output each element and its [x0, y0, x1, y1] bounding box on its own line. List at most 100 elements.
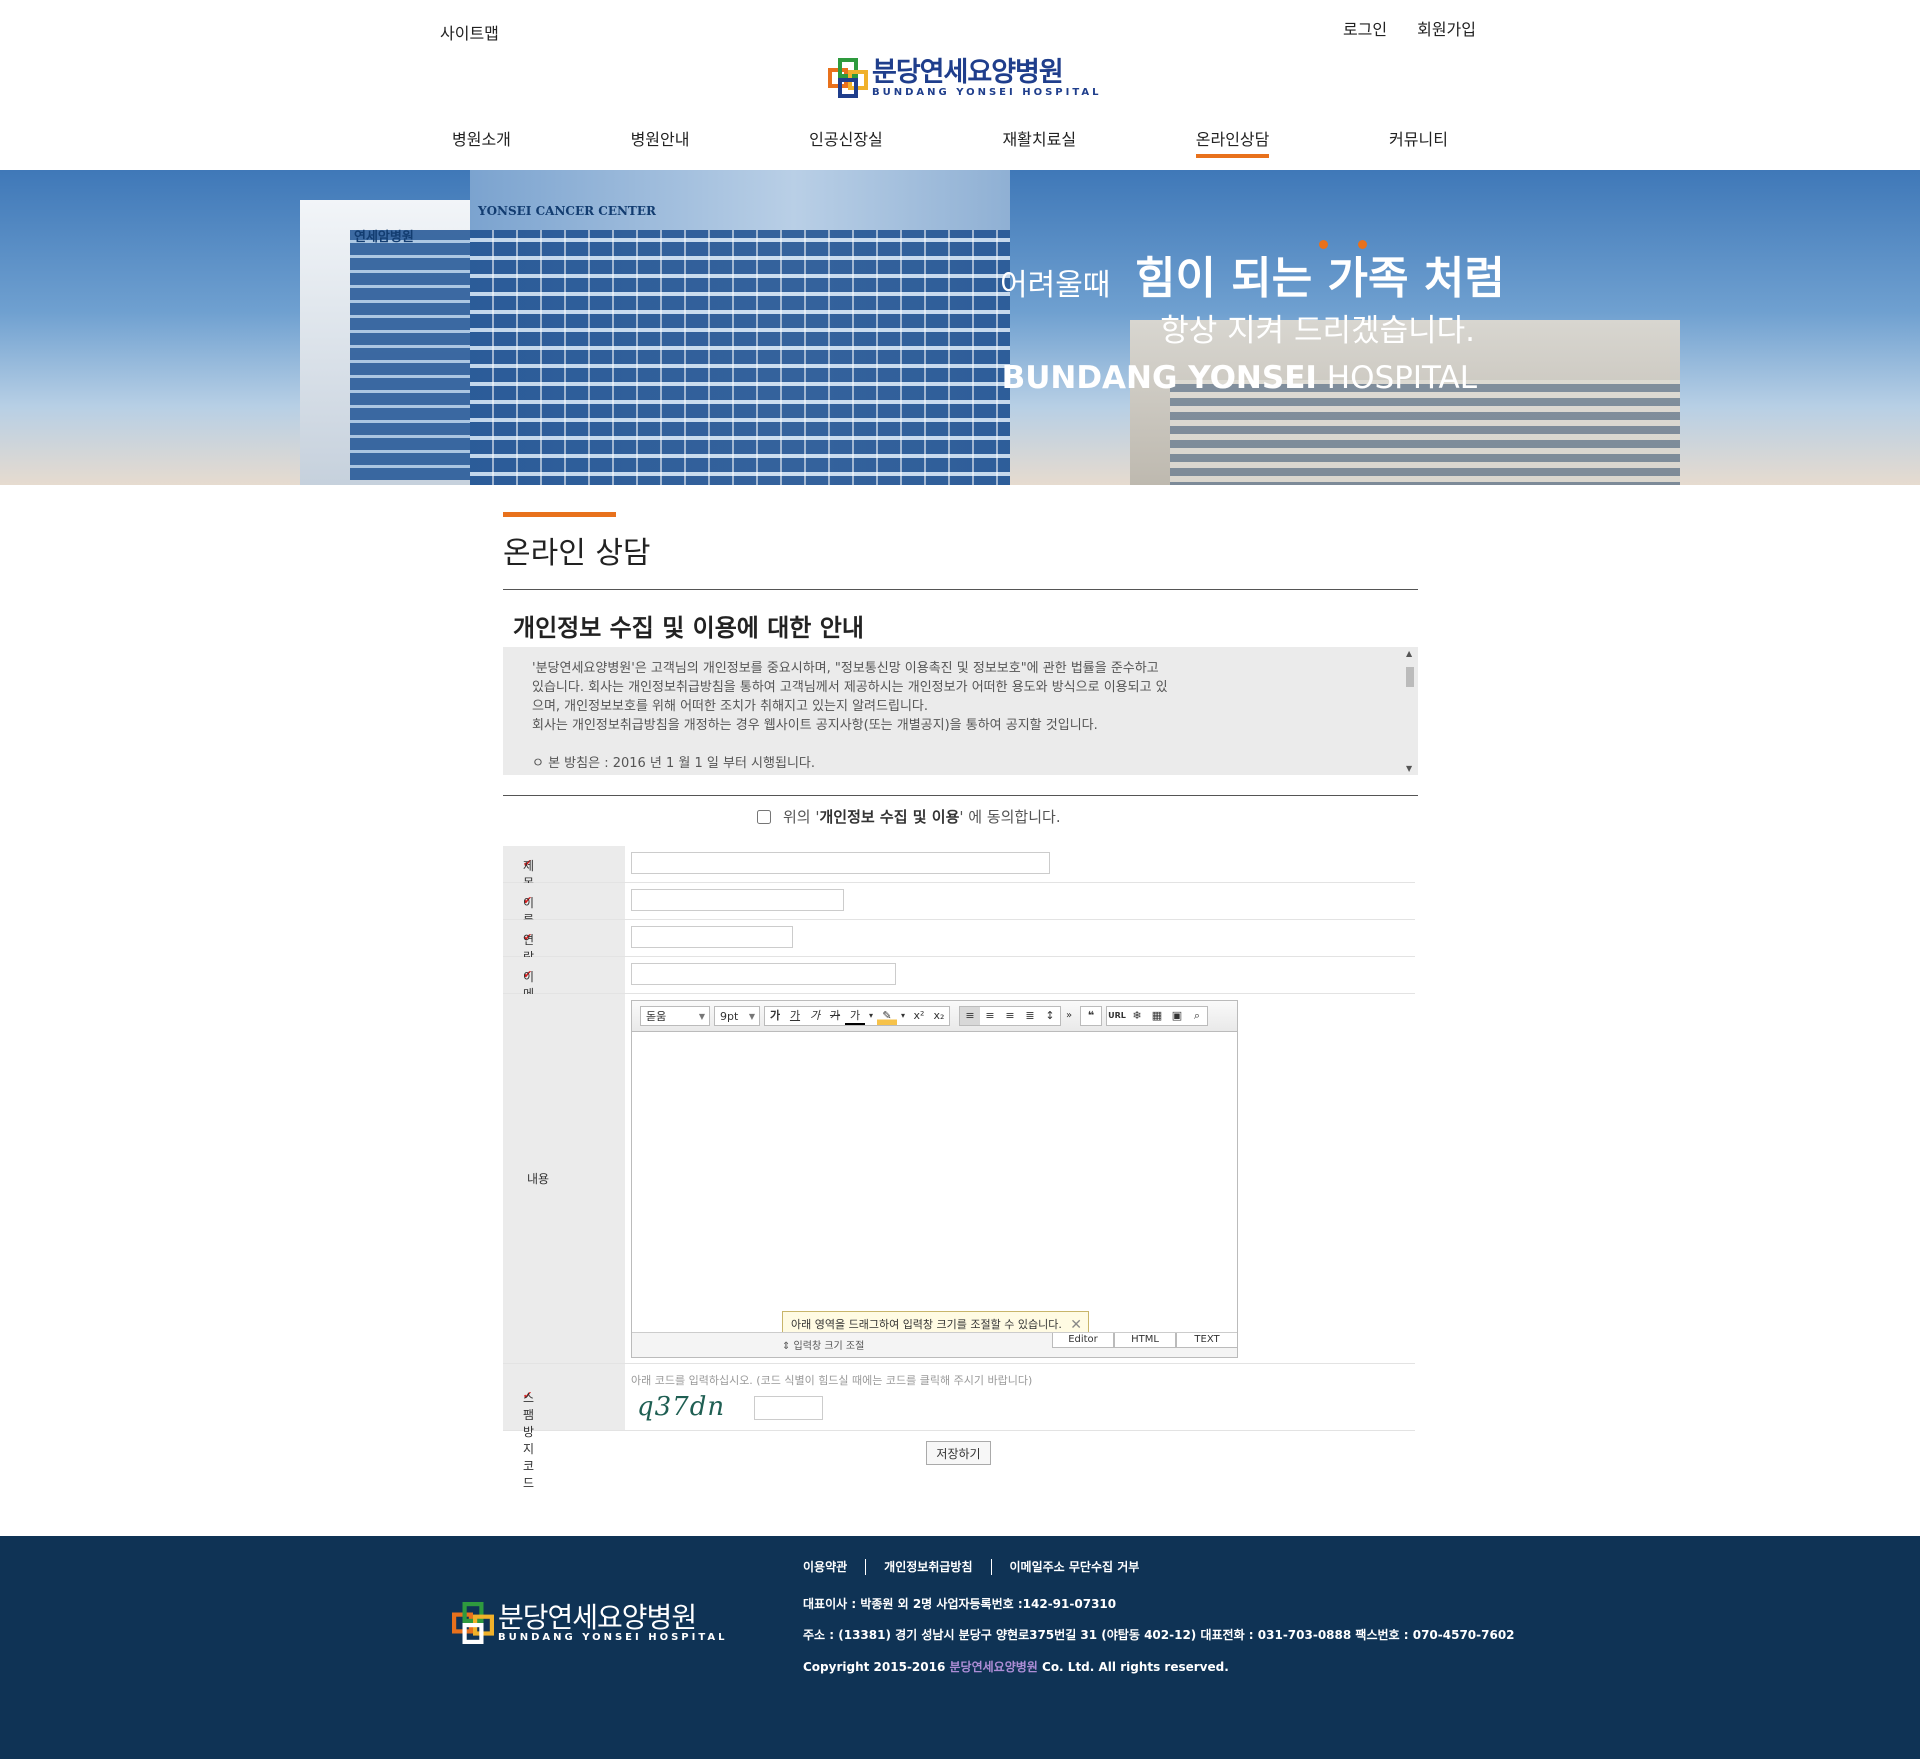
form-row-email: ✔이메일: [503, 957, 1415, 1018]
phone-input[interactable]: [631, 926, 793, 948]
signup-link[interactable]: 회원가입: [1417, 16, 1476, 40]
footer-logo-english: BUNDANG YONSEI HOSPITAL: [498, 1632, 728, 1643]
email-input[interactable]: [631, 963, 896, 985]
insert-group: URL ❄ ▦ ▣ ⌕: [1106, 1006, 1208, 1026]
nav-item-rehab[interactable]: 재활치료실: [990, 128, 1088, 158]
save-button[interactable]: 저장하기: [926, 1441, 991, 1465]
tab-editor[interactable]: Editor: [1052, 1333, 1114, 1348]
dropdown-arrow-icon[interactable]: ▾: [865, 1007, 877, 1025]
privacy-link[interactable]: 개인정보취급방침: [884, 1558, 972, 1575]
quote-icon[interactable]: ❝: [1081, 1007, 1101, 1025]
accent-dot: [1319, 240, 1328, 249]
footer: 분당연세요양병원 BUNDANG YONSEI HOSPITAL 이용약관 개인…: [0, 1536, 1920, 1759]
privacy-heading: 개인정보 수집 및 이용에 대한 안내: [513, 614, 864, 642]
scrollbar[interactable]: ▲ ▼: [1402, 647, 1418, 775]
font-family-select[interactable]: 돋움 ▼: [640, 1006, 710, 1026]
spam-label: 스팸방지코드: [523, 1391, 535, 1490]
special-char-icon[interactable]: ❄: [1127, 1007, 1147, 1025]
captcha-image[interactable]: q37dn: [637, 1392, 725, 1422]
building-sign-ko: 연세암병원: [354, 230, 414, 245]
align-right-icon[interactable]: ≡: [1000, 1007, 1020, 1025]
nav-item-community[interactable]: 커뮤니티: [1377, 128, 1460, 158]
search-icon[interactable]: ⌕: [1187, 1007, 1207, 1025]
superscript-icon[interactable]: x²: [909, 1007, 929, 1025]
quote-group: ❝: [1080, 1006, 1102, 1026]
hospital-logo[interactable]: 분당연세요양병원 BUNDANG YONSEI HOSPITAL: [828, 58, 1101, 98]
email-refusal-link[interactable]: 이메일주소 무단수집 거부: [1010, 1558, 1140, 1575]
cross-logo-icon: [452, 1602, 494, 1644]
logo-korean: 분당연세요양병원: [872, 57, 1064, 88]
align-left-icon[interactable]: ≡: [960, 1007, 980, 1025]
nav-item-dialysis[interactable]: 인공신장실: [797, 128, 895, 158]
copyright-prefix: Copyright 2015-2016: [803, 1660, 950, 1674]
top-links: 로그인 회원가입: [1343, 16, 1476, 40]
captcha-instruction: 아래 코드를 입력하십시오. (코드 식별이 힘드실 때에는 코드를 클릭해 주…: [631, 1374, 1033, 1387]
agree-checkbox[interactable]: [757, 809, 771, 824]
nav-item-guide[interactable]: 병원안내: [619, 128, 702, 158]
terms-link[interactable]: 이용약관: [803, 1558, 847, 1575]
line-height-icon[interactable]: ↕: [1040, 1007, 1060, 1025]
form-row-title: ✔제목: [503, 846, 1415, 890]
footer-ceo: 대표이사 : 박종원 외 2명 사업자등록번호 :142-91-07310: [803, 1597, 1117, 1611]
more-icon[interactable]: »: [1062, 1007, 1076, 1025]
subscript-icon[interactable]: x₂: [929, 1007, 949, 1025]
slogan-large: 힘이 되는 가족 처럼: [1135, 253, 1505, 304]
resize-handle[interactable]: ⇕ 입력창 크기 조절: [782, 1337, 864, 1352]
agree-suffix: ' 에 동의합니다.: [959, 808, 1061, 826]
privacy-line: ㅇ 본 방침은 : 2016 년 1 월 1 일 부터 시행됩니다.: [532, 756, 815, 771]
dropdown-arrow-icon: ▼: [748, 1012, 755, 1021]
strikethrough-icon[interactable]: 가: [825, 1007, 845, 1025]
form-row-name: ✔이름: [503, 883, 1415, 927]
slogan-light: HOSPITAL: [1316, 360, 1477, 396]
scroll-up-icon[interactable]: ▲: [1406, 649, 1412, 658]
field-label: ✔이메일: [503, 957, 625, 1018]
tab-html[interactable]: HTML: [1114, 1333, 1176, 1348]
separator: [990, 1558, 992, 1575]
footer-copyright: Copyright 2015-2016 분당연세요양병원 Co. Ltd. Al…: [803, 1658, 1229, 1675]
link-icon[interactable]: URL: [1107, 1007, 1127, 1025]
slogan-small: 어려울때: [1000, 268, 1111, 303]
privacy-policy-box[interactable]: '분당연세요양병원'은 고객님의 개인정보를 중요시하며, "정보통신망 이용촉…: [503, 647, 1418, 775]
align-justify-icon[interactable]: ≣: [1020, 1007, 1040, 1025]
italic-icon[interactable]: 가: [805, 1007, 825, 1025]
highlight-icon[interactable]: ✎: [877, 1007, 897, 1025]
agree-prefix: 위의 ': [783, 808, 820, 826]
title-input[interactable]: [631, 852, 1050, 874]
nav-item-about[interactable]: 병원소개: [440, 128, 523, 158]
field-label: ✔ 스팸방지코드: [503, 1364, 625, 1490]
table-icon[interactable]: ▦: [1147, 1007, 1167, 1025]
editor-text-area[interactable]: [632, 1032, 1237, 1332]
agree-text: 위의 '개인정보 수집 및 이용' 에 동의합니다.: [783, 806, 1061, 827]
accent-dot: [1358, 240, 1367, 249]
title-accent-bar: [503, 512, 616, 517]
tab-text[interactable]: TEXT: [1176, 1333, 1238, 1348]
copyright-suffix: Co. Ltd. All rights reserved.: [1037, 1660, 1229, 1674]
footer-address: 주소 : (13381) 경기 성남시 분당구 양현로375번길 31 (야탑동…: [803, 1628, 1515, 1642]
dropdown-arrow-icon[interactable]: ▾: [897, 1007, 909, 1025]
separator: [865, 1558, 867, 1575]
font-size-select[interactable]: 9pt ▼: [714, 1006, 760, 1026]
privacy-line: [532, 735, 1272, 754]
bold-icon[interactable]: 가: [765, 1007, 785, 1025]
scroll-down-icon[interactable]: ▼: [1406, 764, 1412, 773]
captcha-input[interactable]: [754, 1396, 823, 1420]
cancer-center-grid: [470, 230, 1010, 485]
align-center-icon[interactable]: ≡: [980, 1007, 1000, 1025]
copyright-name: 분당연세요양병원: [949, 1660, 1038, 1674]
tooltip-text: 아래 영역을 드래그하여 입력창 크기를 조절할 수 있습니다.: [791, 1318, 1062, 1331]
footer-links: 이용약관 개인정보취급방침 이메일주소 무단수집 거부: [803, 1558, 1139, 1575]
name-input[interactable]: [631, 889, 844, 911]
font-color-icon[interactable]: 가: [845, 1007, 865, 1025]
slogan-bold: BUNDANG YONSEI: [1001, 360, 1317, 396]
image-icon[interactable]: ▣: [1167, 1007, 1187, 1025]
main-nav: 병원소개 병원안내 인공신장실 재활치료실 온라인상담 커뮤니티: [440, 128, 1460, 170]
content-label: 내용: [527, 1172, 550, 1186]
scroll-thumb[interactable]: [1406, 667, 1414, 687]
login-link[interactable]: 로그인: [1343, 16, 1387, 40]
privacy-line: 으며, 개인정보보호를 위해 어떠한 조치가 취해지고 있는지 알려드립니다.: [532, 699, 928, 714]
sitemap-link[interactable]: 사이트맵: [440, 20, 499, 44]
nav-item-online-consult[interactable]: 온라인상담: [1184, 128, 1282, 158]
agree-label[interactable]: 위의 '개인정보 수집 및 이용' 에 동의합니다.: [757, 806, 1061, 827]
underline-icon[interactable]: 가: [785, 1007, 805, 1025]
privacy-line: 있습니다. 회사는 개인정보취급방침을 통하여 고객님께서 제공하시는 개인정보…: [532, 680, 1168, 695]
